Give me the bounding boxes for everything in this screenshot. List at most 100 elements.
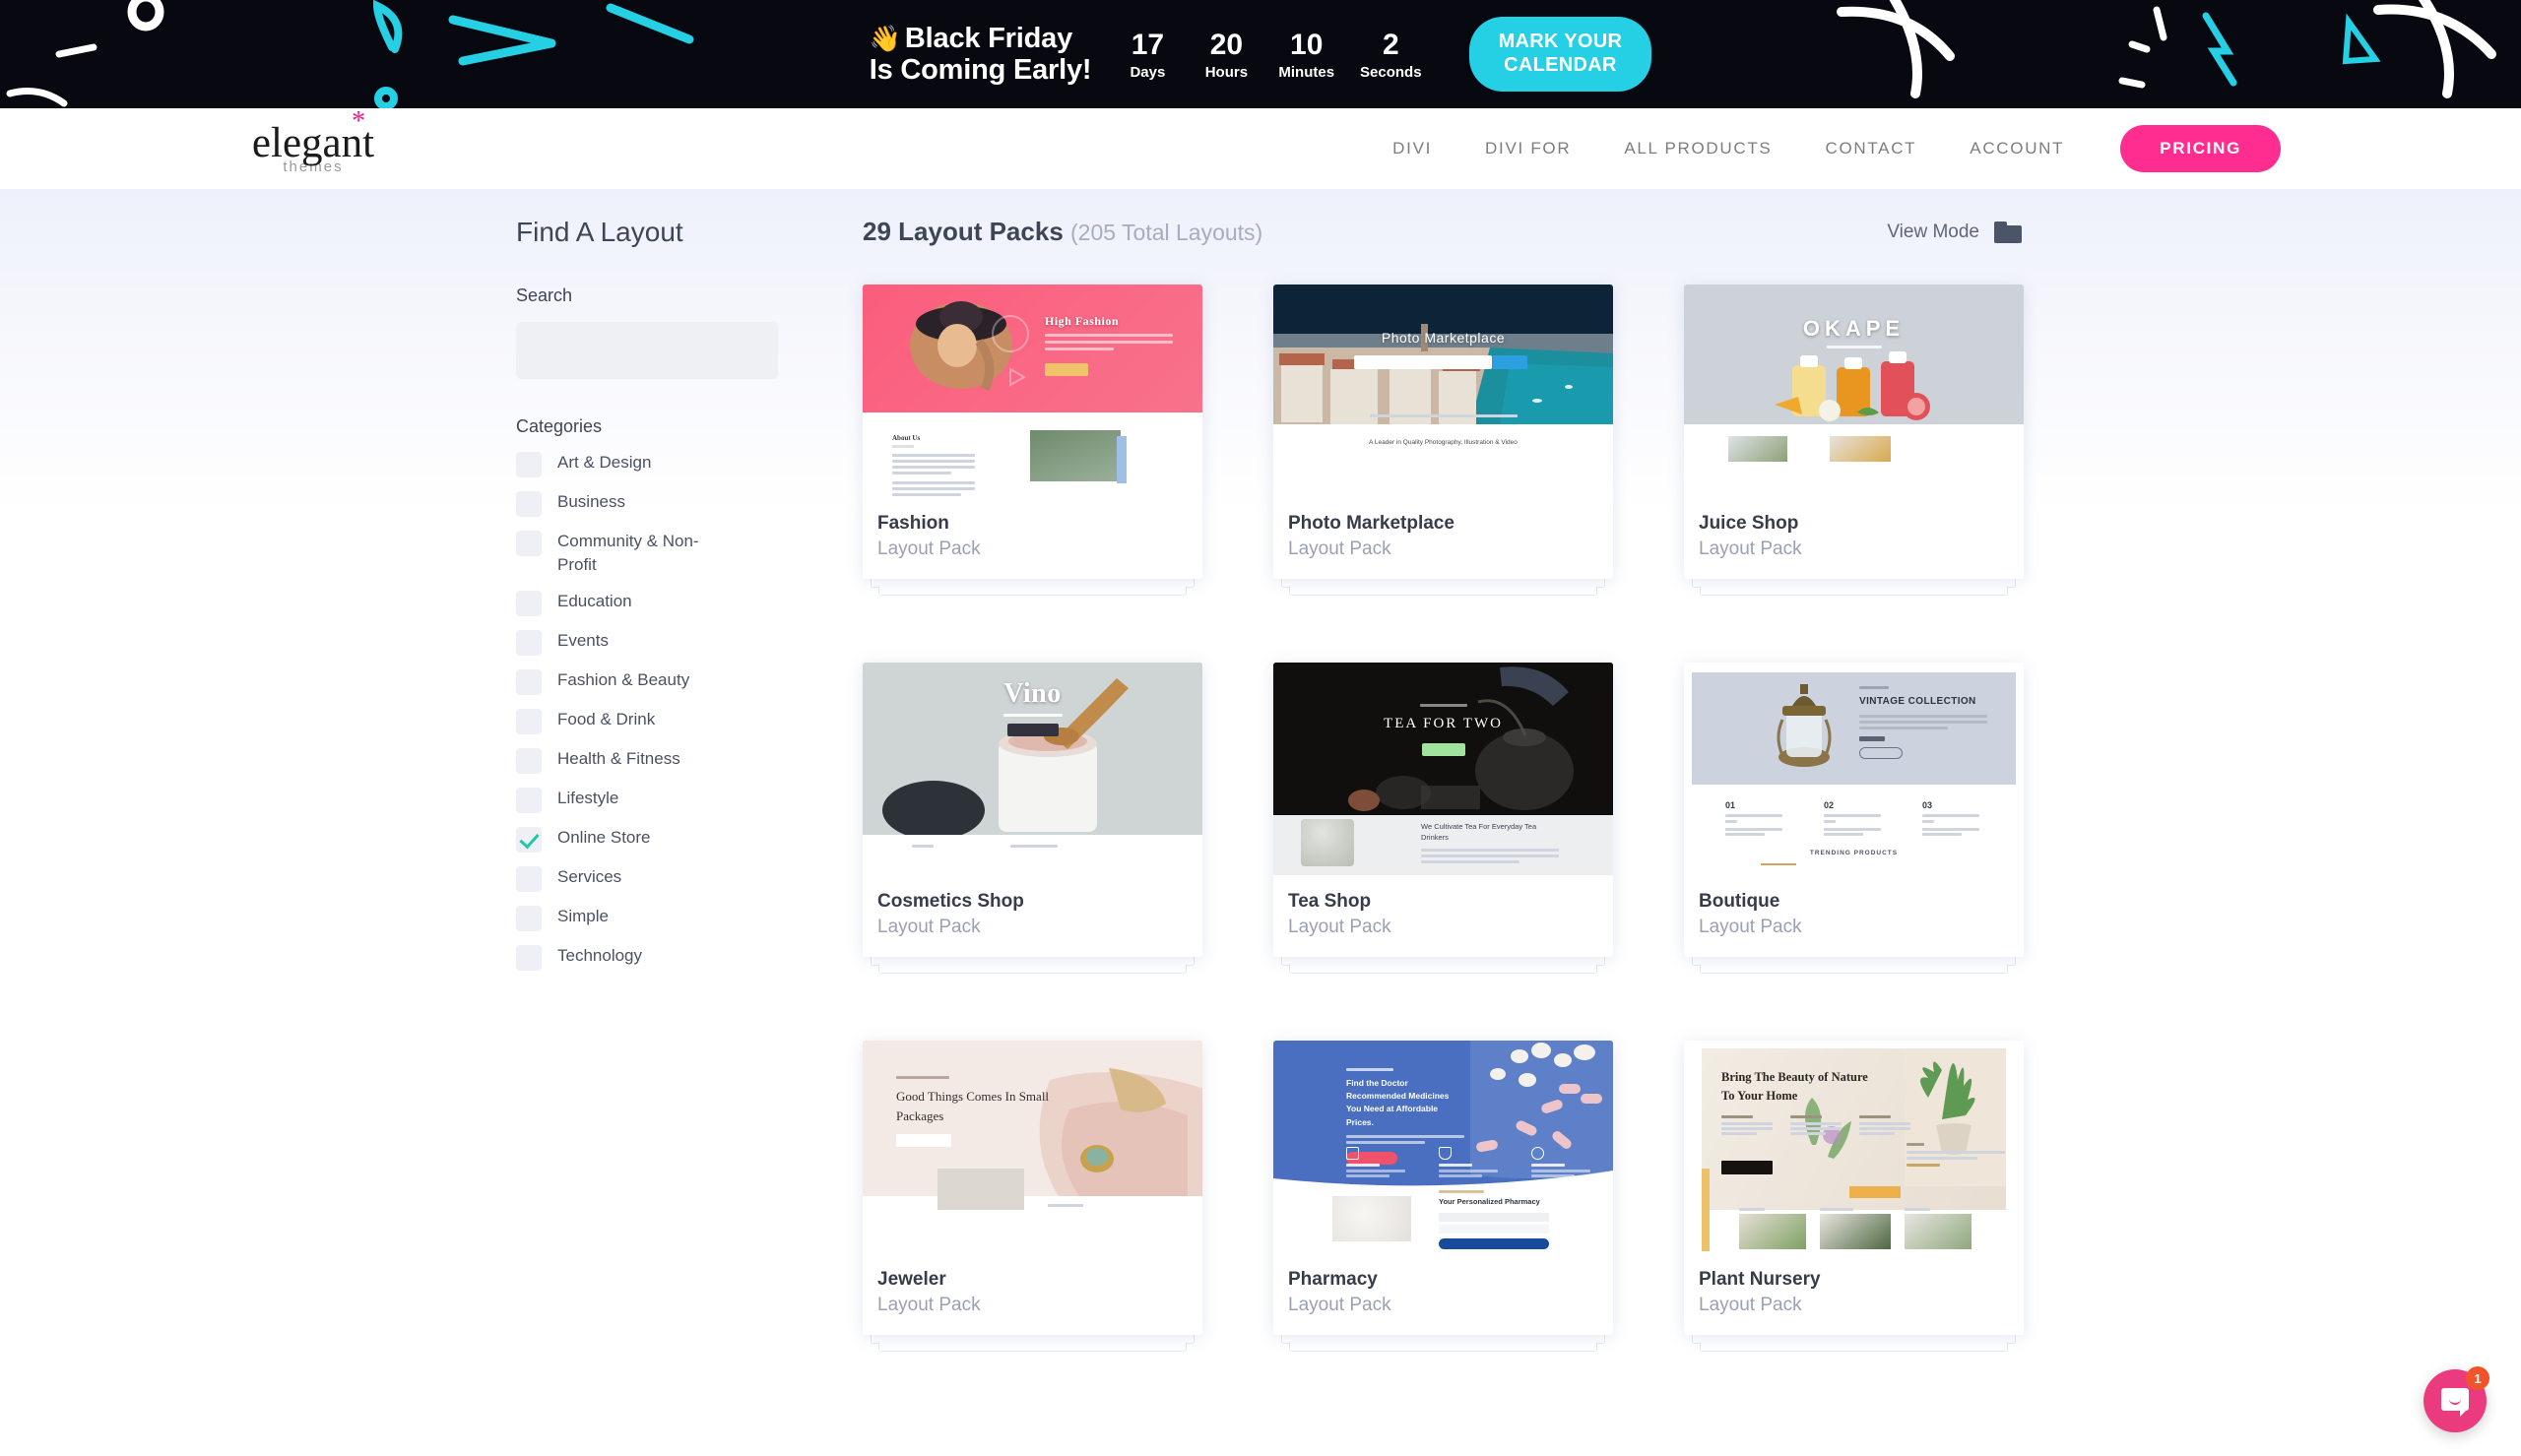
- checkbox-icon[interactable]: [516, 491, 542, 517]
- category-community-non-profit[interactable]: Community & Non-Profit: [516, 530, 841, 577]
- preview-step-number: 01: [1725, 800, 1736, 810]
- card-caption: Photo Marketplace Layout Pack: [1273, 497, 1613, 579]
- preview-art: [1684, 285, 2024, 424]
- card-body[interactable]: High Fashion About Us Fashion Layout Pac…: [863, 285, 1202, 579]
- category-technology[interactable]: Technology: [516, 944, 841, 972]
- category-health-fitness[interactable]: Health & Fitness: [516, 747, 841, 775]
- card-subtitle: Layout Pack: [1288, 538, 1391, 559]
- checkbox-icon[interactable]: [516, 709, 542, 735]
- promo-headline-line2: Is Coming Early!: [869, 54, 1092, 86]
- card-caption: Fashion Layout Pack: [863, 497, 1202, 579]
- card-caption: Juice Shop Layout Pack: [1684, 497, 2024, 579]
- preview-section-text: About Us: [892, 434, 921, 442]
- card-preview-pharmacy: Find the Doctor Recommended Medicines Yo…: [1273, 1041, 1613, 1253]
- card-body[interactable]: Vino Cosmetics Shop Layout Pack: [863, 663, 1202, 957]
- preview-thumb-image: [1728, 436, 1787, 462]
- card-body[interactable]: TEA FOR TWO We Cultivate Tea For Everyda…: [1273, 663, 1613, 957]
- preview-hero-button: [1045, 363, 1088, 376]
- checkbox-icon[interactable]: [516, 906, 542, 932]
- layout-pack-card-tea-shop[interactable]: TEA FOR TWO We Cultivate Tea For Everyda…: [1273, 663, 1613, 974]
- checkbox-icon[interactable]: [516, 669, 542, 696]
- nav-item-contact[interactable]: CONTACT: [1798, 139, 1943, 158]
- card-title: Tea Shop: [1288, 891, 1372, 912]
- countdown-minutes-label: Minutes: [1278, 63, 1335, 81]
- preview-hero-text: VINTAGE COLLECTION: [1859, 696, 1976, 707]
- layout-pack-card-juice-shop[interactable]: OKAPE Juice Shop Layout Pack: [1684, 285, 2024, 596]
- layout-pack-card-jeweler[interactable]: Good Things Comes In Small Packages Jewe…: [863, 1041, 1202, 1352]
- view-mode-toggle[interactable]: View Mode: [1887, 221, 2022, 243]
- bottle-icon: [1346, 1147, 1359, 1160]
- countdown-seconds-label: Seconds: [1360, 63, 1422, 81]
- checkbox-checked-icon[interactable]: [516, 827, 542, 854]
- category-art-design[interactable]: Art & Design: [516, 451, 841, 477]
- chat-widget-button[interactable]: 1: [2424, 1366, 2489, 1432]
- category-simple[interactable]: Simple: [516, 905, 841, 932]
- nav-item-divi-for[interactable]: DIVI FOR: [1458, 139, 1597, 158]
- category-services[interactable]: Services: [516, 865, 841, 893]
- countdown-hours-value: 20: [1209, 28, 1244, 61]
- card-body[interactable]: VINTAGE COLLECTION 01 02 03 TRENDING PRO…: [1684, 663, 2024, 957]
- preview-hero-text: OKAPE: [1802, 316, 1906, 341]
- checkbox-icon[interactable]: [516, 788, 542, 814]
- wave-icon: 👋: [869, 23, 901, 53]
- category-label: Events: [557, 631, 609, 651]
- card-caption: Jeweler Layout Pack: [863, 1253, 1202, 1335]
- category-fashion-beauty[interactable]: Fashion & Beauty: [516, 668, 841, 696]
- preview-section-text: Your Personalized Pharmacy: [1439, 1197, 1540, 1206]
- layout-pack-card-photo-marketplace[interactable]: Photo Marketplace A Leader in Quality Ph…: [1273, 285, 1613, 596]
- preview-thumb-row: [1739, 1208, 1972, 1249]
- checkbox-icon[interactable]: [516, 748, 542, 775]
- countdown-seconds: 2 Seconds: [1360, 29, 1422, 81]
- card-body[interactable]: OKAPE Juice Shop Layout Pack: [1684, 285, 2024, 579]
- card-body[interactable]: Find the Doctor Recommended Medicines Yo…: [1273, 1041, 1613, 1335]
- category-food-drink[interactable]: Food & Drink: [516, 708, 841, 735]
- preview-form-block: Your Personalized Pharmacy: [1439, 1190, 1549, 1249]
- card-body[interactable]: Photo Marketplace A Leader in Quality Ph…: [1273, 285, 1613, 579]
- checkbox-icon[interactable]: [516, 531, 542, 556]
- checkbox-icon[interactable]: [516, 866, 542, 893]
- heart-icon: [1531, 1147, 1544, 1160]
- pricing-button[interactable]: PRICING: [2120, 125, 2281, 172]
- category-online-store[interactable]: Online Store: [516, 826, 841, 854]
- card-title: Jeweler: [877, 1269, 946, 1290]
- nav-item-account[interactable]: ACCOUNT: [1943, 139, 2091, 158]
- card-title: Photo Marketplace: [1288, 513, 1454, 534]
- card-subtitle: Layout Pack: [1699, 538, 1802, 559]
- preview-input: [1439, 1212, 1549, 1222]
- category-business[interactable]: Business: [516, 490, 841, 517]
- card-stack-layer: [1289, 964, 1597, 974]
- card-preview-boutique: VINTAGE COLLECTION 01 02 03 TRENDING PRO…: [1684, 663, 2024, 875]
- search-label: Search: [516, 285, 573, 305]
- layout-pack-card-fashion[interactable]: High Fashion About Us Fashion Layout Pac…: [863, 285, 1202, 596]
- layout-pack-card-boutique[interactable]: VINTAGE COLLECTION 01 02 03 TRENDING PRO…: [1684, 663, 2024, 974]
- mark-your-calendar-button[interactable]: MARK YOUR CALENDAR: [1468, 17, 1652, 92]
- checkbox-icon[interactable]: [516, 452, 542, 477]
- category-lifestyle[interactable]: Lifestyle: [516, 787, 841, 814]
- checkbox-icon[interactable]: [516, 945, 542, 972]
- card-caption: Boutique Layout Pack: [1684, 875, 2024, 957]
- checkbox-icon[interactable]: [516, 591, 542, 617]
- nav-item-all-products[interactable]: ALL PRODUCTS: [1597, 139, 1798, 158]
- countdown-days-value: 17: [1131, 28, 1165, 61]
- layout-pack-card-plant-nursery[interactable]: Bring The Beauty of Nature To Your Home: [1684, 1041, 2024, 1352]
- folder-icon[interactable]: [1994, 221, 2022, 243]
- preview-section-block: We Cultivate Tea For Everyday Tea Drinke…: [1421, 821, 1559, 863]
- card-preview-cosmetics-shop: Vino: [863, 663, 1202, 875]
- preview-hero-text: High Fashion: [1045, 314, 1120, 328]
- nav-item-divi[interactable]: DIVI: [1366, 139, 1458, 158]
- card-preview-photo-marketplace: Photo Marketplace A Leader in Quality Ph…: [1273, 285, 1613, 497]
- card-body[interactable]: Bring The Beauty of Nature To Your Home: [1684, 1041, 2024, 1335]
- checkbox-icon[interactable]: [516, 630, 542, 657]
- layout-pack-card-pharmacy[interactable]: Find the Doctor Recommended Medicines Yo…: [1273, 1041, 1613, 1352]
- category-events[interactable]: Events: [516, 629, 841, 657]
- category-label: Fashion & Beauty: [557, 670, 690, 690]
- preview-search-field: [1354, 355, 1492, 369]
- card-caption: Pharmacy Layout Pack: [1273, 1253, 1613, 1335]
- search-input[interactable]: [516, 322, 778, 379]
- card-title: Fashion: [877, 513, 949, 534]
- category-education[interactable]: Education: [516, 590, 841, 617]
- card-body[interactable]: Good Things Comes In Small Packages Jewe…: [863, 1041, 1202, 1335]
- preview-thumb-image: [1820, 1214, 1891, 1249]
- elegant-themes-logo[interactable]: elegant * themes: [249, 108, 377, 176]
- layout-pack-card-cosmetics-shop[interactable]: Vino Cosmetics Shop Layout Pack: [863, 663, 1202, 974]
